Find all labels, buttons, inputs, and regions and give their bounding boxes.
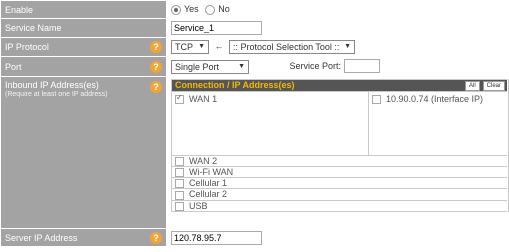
inbound-sublabel: (Require at least one IP address) xyxy=(5,91,108,98)
wan1-checkbox[interactable] xyxy=(175,93,184,105)
all-button[interactable]: All xyxy=(464,81,480,91)
port-mode-select[interactable]: Single Port ▼ xyxy=(171,59,249,74)
wan2-label: WAN 2 xyxy=(189,156,218,166)
inbound-table: Connection / IP Address(es) Clear All WA… xyxy=(171,79,509,212)
clear-button[interactable]: Clear xyxy=(482,81,505,91)
enable-no-radio[interactable] xyxy=(205,4,216,15)
cellular2-label: Cellular 2 xyxy=(189,189,228,200)
wifi-wan-label: Wi-Fi WAN xyxy=(189,167,234,178)
wan1-ip-label: 10.90.0.74 (Interface IP) xyxy=(386,94,484,104)
usb-label: USB xyxy=(189,200,208,211)
service-form: Enable Yes No Service Name IP Protocol? … xyxy=(0,0,509,247)
service-port-input[interactable] xyxy=(343,59,380,74)
inbound-label: Inbound IP Address(es) xyxy=(5,80,99,90)
server-ip-input[interactable] xyxy=(171,230,262,245)
wan2-checkbox[interactable] xyxy=(175,157,184,167)
service-name-input[interactable] xyxy=(171,21,262,35)
enable-no-label: No xyxy=(218,4,230,15)
arrow-left-icon: ← xyxy=(214,41,224,52)
wan1-label: WAN 1 xyxy=(189,94,218,104)
cellular1-label: Cellular 1 xyxy=(189,178,228,189)
help-icon[interactable]: ? xyxy=(150,81,162,93)
wan1-ip-checkbox[interactable] xyxy=(372,95,381,105)
service-name-label: Service Name xyxy=(0,18,167,38)
cellular1-checkbox[interactable] xyxy=(175,179,184,189)
enable-yes-label: Yes xyxy=(184,4,199,15)
enable-label: Enable xyxy=(0,0,167,19)
port-label: Port xyxy=(5,61,22,72)
inbound-header: Connection / IP Address(es) xyxy=(175,80,295,90)
server-ip-label: Server IP Address xyxy=(5,232,78,243)
help-icon[interactable]: ? xyxy=(150,60,162,73)
help-icon[interactable]: ? xyxy=(150,41,162,53)
help-icon[interactable]: ? xyxy=(150,231,162,244)
ip-protocol-label: IP Protocol xyxy=(5,42,49,52)
protocol-tool-select[interactable]: :: Protocol Selection Tool :: ▼ xyxy=(229,40,356,54)
wifi-wan-checkbox[interactable] xyxy=(175,168,184,178)
service-port-label: Service Port: xyxy=(289,61,342,72)
protocol-select[interactable]: TCP ▼ xyxy=(171,40,209,54)
enable-yes-radio[interactable] xyxy=(171,4,181,15)
cellular2-checkbox[interactable] xyxy=(175,190,184,200)
usb-checkbox[interactable] xyxy=(175,201,184,211)
